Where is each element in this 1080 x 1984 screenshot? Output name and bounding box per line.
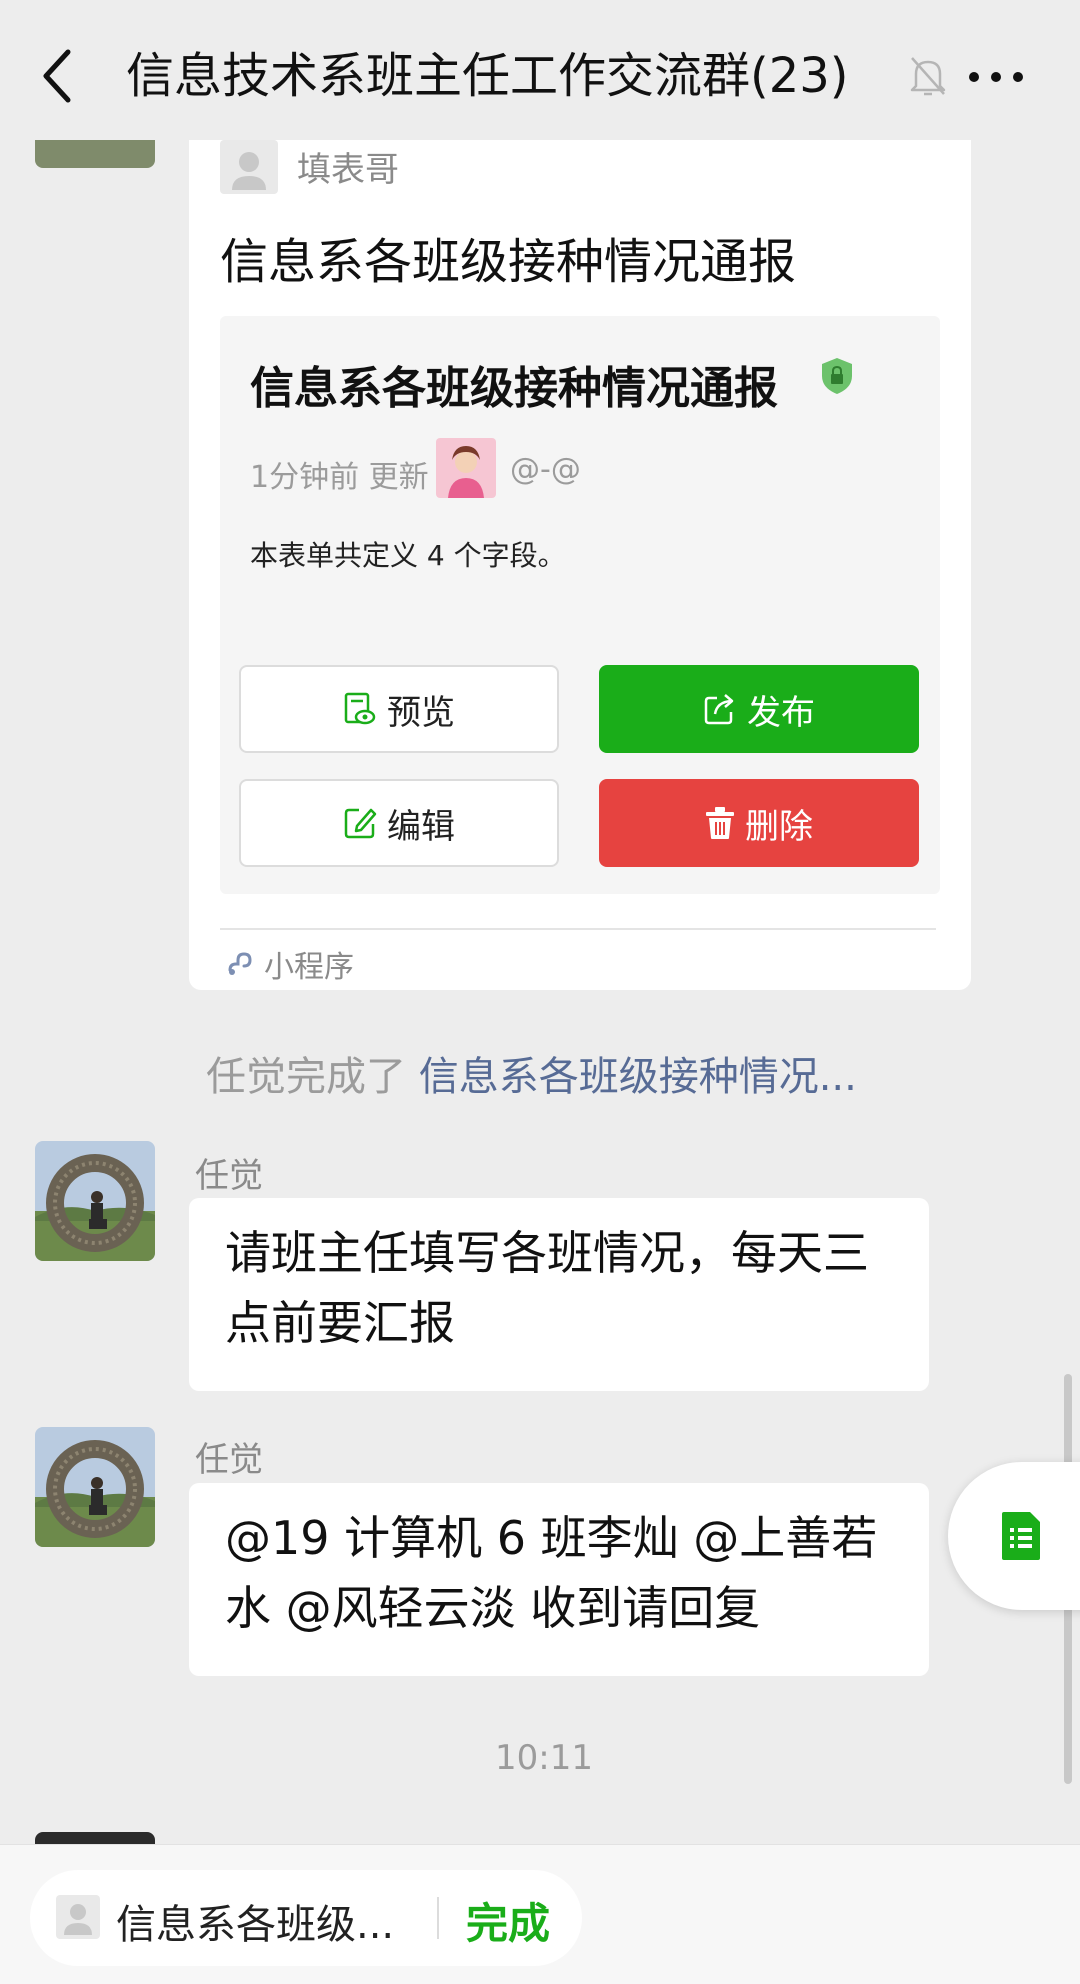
form-name: 信息系各班级... — [116, 1902, 395, 1948]
trash-icon — [706, 807, 734, 839]
preview-label: 预览 — [387, 692, 455, 733]
edit-label: 编辑 — [387, 806, 455, 847]
form-doc-icon — [1000, 1510, 1042, 1562]
update-time: 1分钟前 更新 — [250, 460, 429, 495]
delete-label: 删除 — [745, 806, 813, 847]
form-description: 本表单共定义 4 个字段。 — [250, 539, 566, 572]
share-icon — [704, 694, 734, 725]
person-icon — [232, 152, 266, 190]
updater-name: @-@ — [510, 452, 581, 487]
card-divider — [220, 928, 936, 930]
delete-button[interactable]: 删除 — [599, 779, 919, 867]
more-button[interactable] — [966, 62, 1026, 92]
system-message: 任觉完成了 信息系各班级接种情况... — [206, 1044, 857, 1102]
chevron-left-icon — [43, 49, 71, 103]
sender-avatar[interactable] — [35, 1141, 155, 1261]
publish-button[interactable]: 发布 — [599, 665, 919, 753]
pill-divider — [437, 1897, 439, 1939]
message-timestamp: 10:11 — [495, 1738, 593, 1778]
edit-icon — [344, 808, 377, 839]
mute-indicator — [908, 54, 948, 98]
preview-icon — [344, 692, 376, 725]
bell-off-icon — [910, 57, 946, 96]
message-bubble[interactable]: 请班主任填写各班情况，每天三点前要汇报 — [189, 1198, 929, 1391]
owner-avatar — [220, 140, 278, 194]
card-owner-name: 填表哥 — [297, 150, 399, 190]
person-icon — [64, 1904, 92, 1935]
message-bubble[interactable]: @19 计算机 6 班李灿 @上善若水 @风轻云淡 收到请回复 — [189, 1483, 929, 1676]
form-owner-avatar — [56, 1895, 100, 1939]
chat-title: 信息技术系班主任工作交流群(23) — [126, 48, 849, 104]
done-button[interactable]: 完成 — [466, 1890, 550, 1951]
system-message-prefix: 任觉完成了 — [206, 1054, 406, 1100]
sender-name: 任觉 — [195, 1440, 263, 1480]
back-button[interactable] — [38, 48, 78, 104]
mini-program-icon — [224, 946, 256, 978]
shield-lock-icon — [820, 356, 854, 396]
system-message-link[interactable]: 信息系各班级接种情况... — [419, 1054, 857, 1100]
publish-label: 发布 — [747, 692, 815, 733]
ellipsis-icon — [969, 72, 1023, 82]
preview-button[interactable]: 预览 — [239, 665, 559, 753]
sender-name: 任觉 — [195, 1156, 263, 1196]
card-title: 信息系各班级接种情况通报 — [220, 234, 797, 290]
avatar[interactable] — [35, 140, 155, 168]
avatar-photo — [35, 1427, 155, 1547]
updater-avatar — [436, 438, 496, 498]
edit-button[interactable]: 编辑 — [239, 779, 559, 867]
mini-program-label: 小程序 — [264, 950, 354, 985]
sender-avatar[interactable] — [35, 1427, 155, 1547]
form-title: 信息系各班级接种情况通报 — [250, 363, 778, 414]
avatar-photo — [35, 1141, 155, 1261]
